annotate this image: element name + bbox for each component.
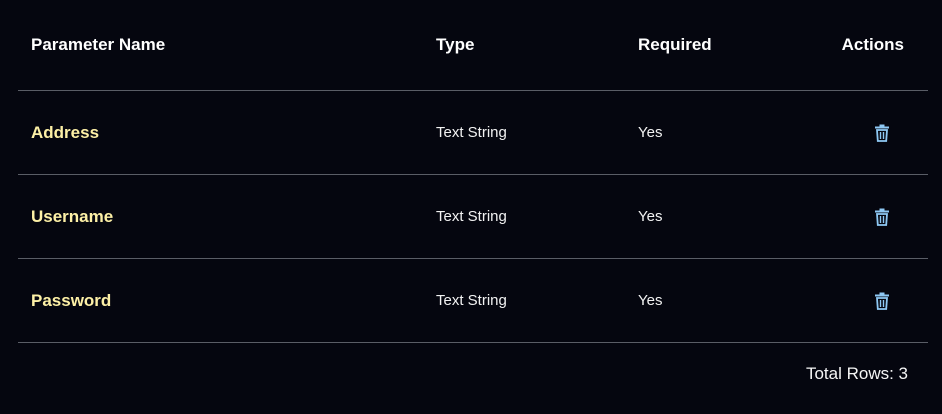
parameter-required: Yes: [638, 208, 663, 225]
parameter-name-cell: Password: [31, 259, 421, 342]
parameter-required: Yes: [638, 292, 663, 309]
column-header-type: Type: [436, 35, 475, 54]
actions-cell: [808, 175, 928, 258]
required-cell: Yes: [638, 259, 818, 342]
parameter-type: Text String: [436, 292, 507, 309]
delete-button[interactable]: [874, 292, 890, 310]
required-cell: Yes: [638, 91, 818, 174]
table-header: Parameter Name Type Required Actions: [18, 0, 928, 91]
column-header-parameter-name: Parameter Name: [31, 35, 166, 54]
trash-icon: [875, 208, 889, 226]
parameter-name: Username: [31, 206, 114, 226]
table-row: Address Text String Yes: [18, 91, 928, 175]
type-cell: Text String: [436, 91, 626, 174]
actions-cell: [808, 91, 928, 174]
column-header-required: Required: [638, 35, 712, 54]
table-row: Username Text String Yes: [18, 175, 928, 259]
trash-icon: [875, 124, 889, 142]
type-cell: Text String: [436, 175, 626, 258]
actions-cell: [808, 259, 928, 342]
parameter-name: Address: [31, 122, 100, 142]
trash-icon: [875, 292, 889, 310]
type-cell: Text String: [436, 259, 626, 342]
required-cell: Yes: [638, 175, 818, 258]
delete-button[interactable]: [874, 124, 890, 142]
parameter-name: Password: [31, 290, 112, 310]
parameters-table: Parameter Name Type Required Actions Add…: [18, 0, 928, 343]
parameter-name-cell: Address: [31, 91, 421, 174]
parameter-type: Text String: [436, 124, 507, 141]
table-row: Password Text String Yes: [18, 259, 928, 343]
parameter-required: Yes: [638, 124, 663, 141]
column-header-actions: Actions: [841, 35, 904, 54]
parameters-panel: Parameter Name Type Required Actions Add…: [0, 0, 942, 414]
delete-button[interactable]: [874, 208, 890, 226]
total-rows-label: Total Rows: 3: [805, 364, 908, 383]
parameter-type: Text String: [436, 208, 507, 225]
parameter-name-cell: Username: [31, 175, 421, 258]
